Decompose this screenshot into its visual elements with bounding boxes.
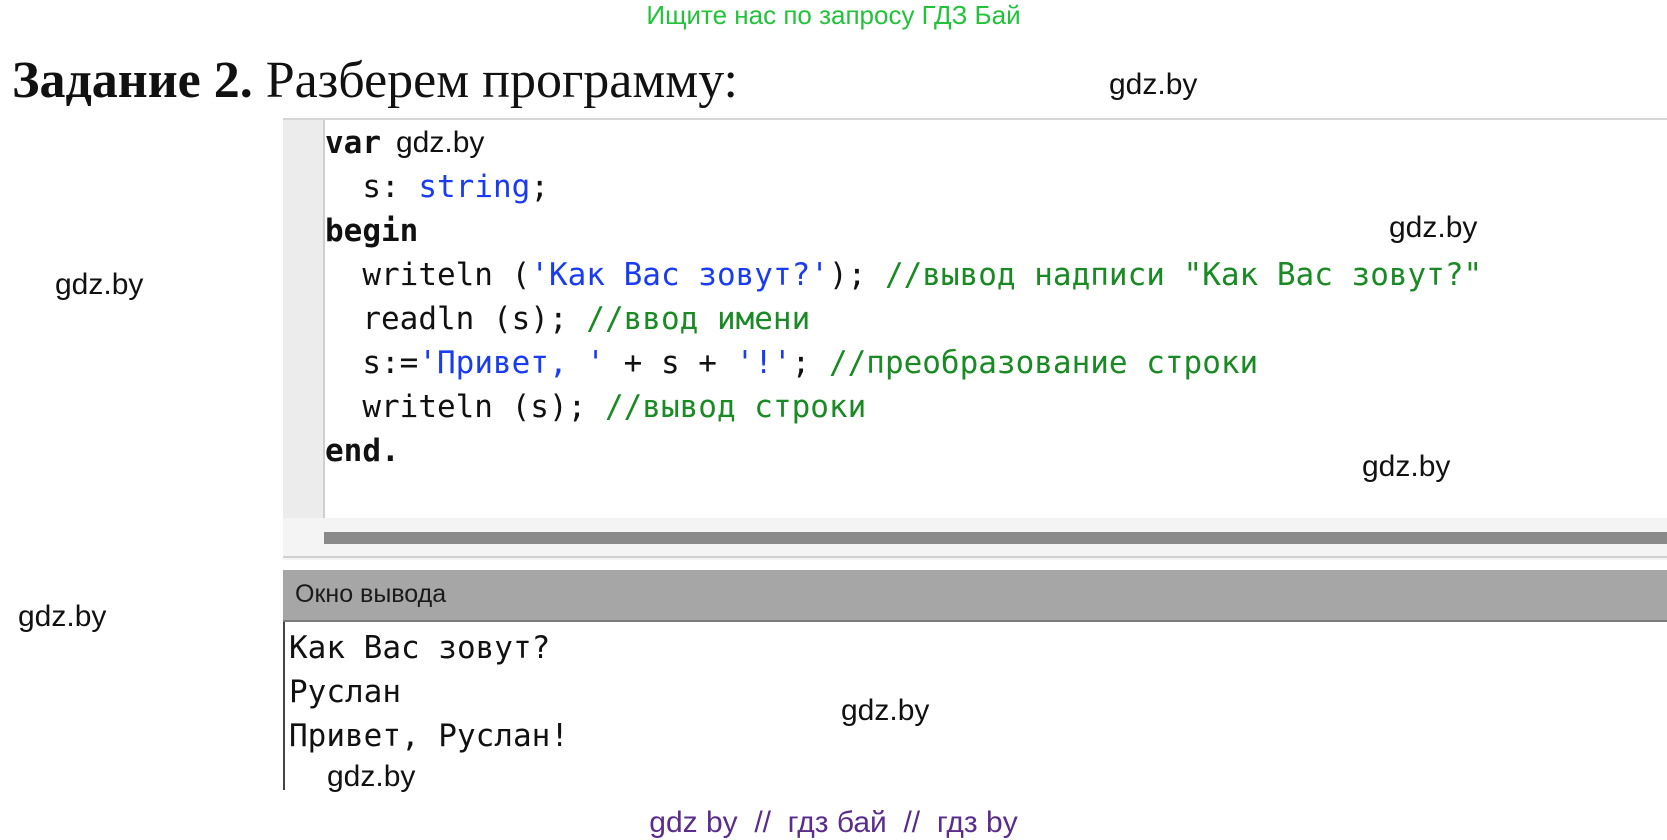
- keyword-var: var: [325, 125, 381, 161]
- string-literal: 'Привет, ': [418, 345, 605, 381]
- code-comment: //преобразование строки: [828, 345, 1259, 381]
- code-line-6: s:='Привет, ' + s + '!'; //преобразовани…: [325, 340, 1258, 386]
- code-text: );: [828, 257, 885, 293]
- output-window-title: Окно вывода: [295, 580, 447, 608]
- keyword-begin: begin: [325, 213, 419, 249]
- task-heading: Задание 2. Разберем программу:: [12, 50, 738, 112]
- keyword-end: end.: [325, 433, 400, 469]
- code-comment: //ввод имени: [586, 301, 811, 337]
- code-text: ;: [530, 169, 549, 205]
- code-text: s:=: [325, 345, 419, 381]
- string-literal: '!': [735, 345, 792, 381]
- watermark: gdz.by: [841, 694, 930, 727]
- top-banner: Ищите нас по запросу ГДЗ Бай: [646, 0, 1021, 30]
- task-text: Разберем программу:: [252, 52, 738, 109]
- watermark: gdz.by: [18, 600, 107, 633]
- type-string: string: [418, 169, 531, 205]
- code-line-2: s: string;: [325, 164, 549, 210]
- watermark: gdz.by: [1362, 450, 1451, 483]
- watermark: gdz.by: [1389, 211, 1478, 244]
- output-window-header: Окно вывода: [283, 570, 1667, 622]
- code-text: + s +: [604, 345, 736, 381]
- code-line-4: writeln ('Как Вас зовут?'); //вывод надп…: [325, 252, 1482, 298]
- code-line-8: end.: [325, 428, 400, 474]
- code-text: writeln (: [325, 257, 531, 293]
- editor-gutter: [283, 120, 323, 520]
- panel-separator: [283, 556, 1667, 558]
- output-line: Руслан: [289, 674, 401, 710]
- code-area[interactable]: var s: string; begin writeln ('Как Вас з…: [325, 120, 1482, 480]
- output-window[interactable]: Как Вас зовут? Руслан Привет, Руслан!: [283, 622, 1667, 790]
- horizontal-scrollbar[interactable]: [324, 532, 1667, 544]
- bottom-banner: gdz by // гдз бай // гдз by: [649, 806, 1018, 839]
- watermark: gdz.by: [55, 268, 144, 301]
- watermark: gdz.by: [327, 760, 416, 793]
- watermark: gdz.by: [1109, 68, 1198, 101]
- string-literal: 'Как Вас зовут?': [530, 257, 829, 293]
- code-comment: //вывод надписи "Как Вас зовут?": [884, 257, 1483, 293]
- code-comment: //вывод строки: [604, 389, 867, 425]
- code-line-7: writeln (s); //вывод строки: [325, 384, 866, 430]
- task-label: Задание 2.: [12, 52, 253, 109]
- output-line: Привет, Руслан!: [289, 718, 569, 754]
- code-text: s:: [325, 169, 419, 205]
- code-text: readln (s);: [325, 301, 587, 337]
- code-text: writeln (s);: [325, 389, 605, 425]
- code-line-1: var: [325, 120, 381, 166]
- code-line-3: begin: [325, 208, 418, 254]
- code-line-5: readln (s); //ввод имени: [325, 296, 810, 342]
- code-text: ;: [791, 345, 829, 381]
- output-line: Как Вас зовут?: [289, 630, 551, 666]
- watermark: gdz.by: [396, 126, 485, 159]
- code-editor[interactable]: var s: string; begin writeln ('Как Вас з…: [283, 118, 1667, 520]
